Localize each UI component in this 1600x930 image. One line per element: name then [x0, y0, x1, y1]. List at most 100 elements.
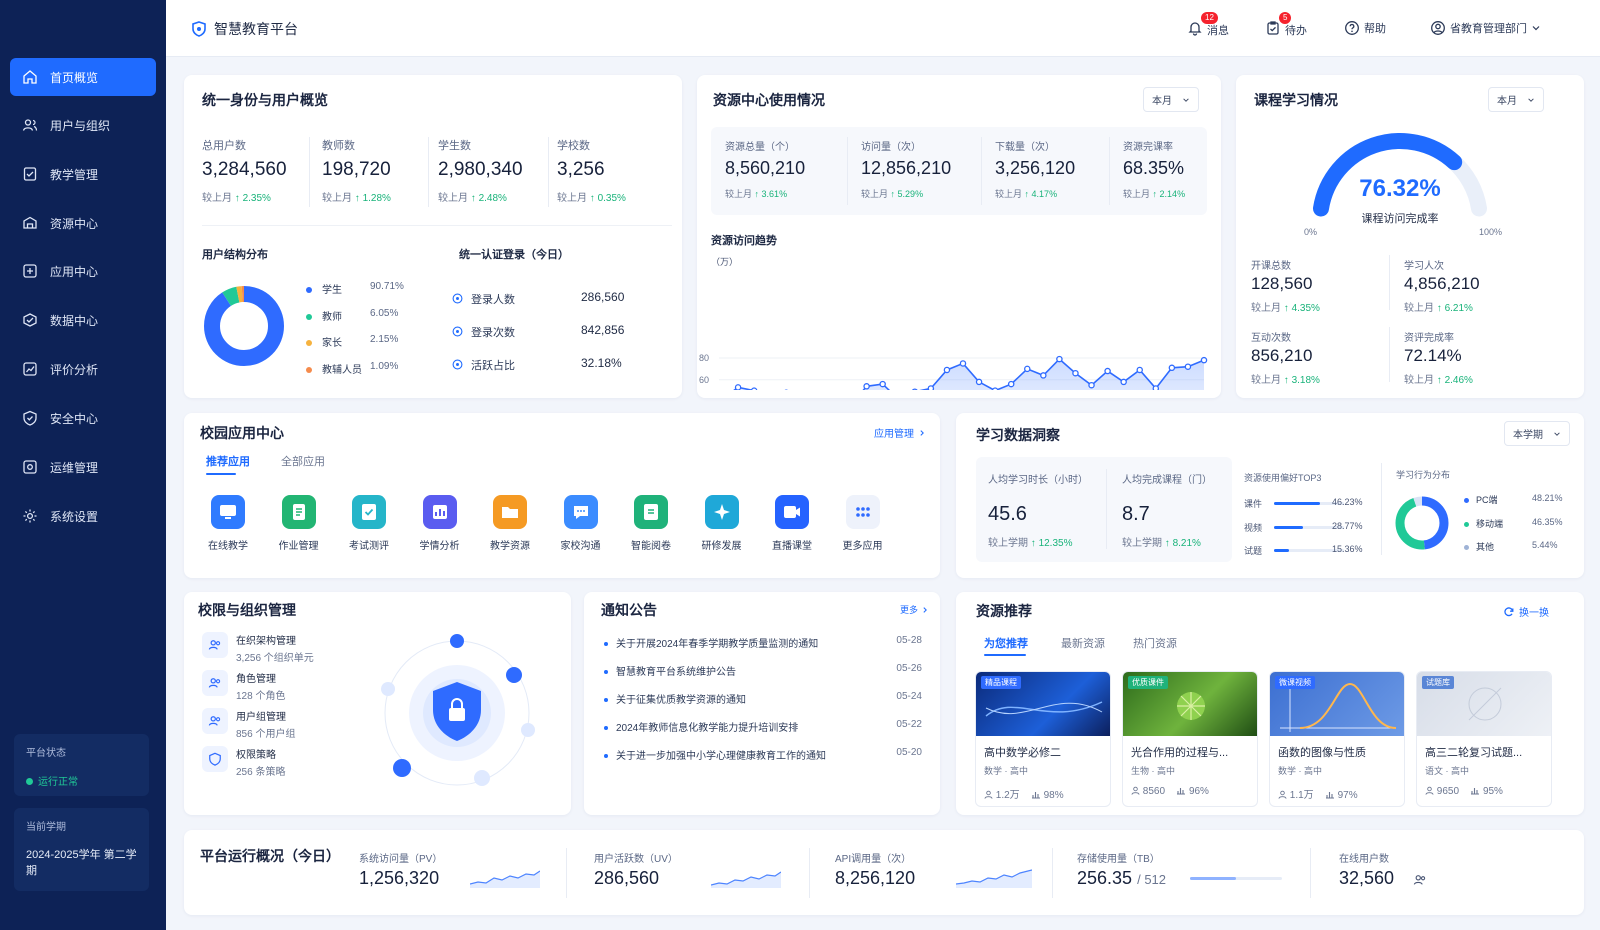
perm-item-label: 在织架构管理: [236, 636, 296, 647]
identity-card-title: 统一身份与用户概览: [202, 92, 328, 108]
sidebar-item-resources[interactable]: 资源中心: [10, 204, 156, 242]
notice-item[interactable]: 关于征集优质教学资源的通知: [604, 691, 924, 706]
dist-legend-name: 教师: [322, 311, 342, 323]
pref-value: 15.36%: [1332, 544, 1363, 554]
storage-total: 512: [1144, 872, 1167, 887]
resource-stat-cmp: 较上月: [995, 189, 1023, 199]
tab-latest-resources[interactable]: 最新资源: [1061, 635, 1105, 651]
org-chart-icon: [208, 640, 221, 650]
perm-item[interactable]: 用户组管理 856 个用户组: [202, 708, 295, 740]
dist-legend-item: 学生: [306, 281, 342, 296]
sidebar-item-users-org[interactable]: 用户与组织: [10, 106, 156, 144]
sidebar-item-settings[interactable]: 系统设置: [10, 497, 156, 535]
notice-date: 05-28: [896, 635, 922, 646]
brand-title: 智慧教育平台: [214, 21, 298, 37]
todo-button[interactable]: 5 待办: [1265, 12, 1307, 39]
app-smart-grading[interactable]: 智能阅卷: [621, 495, 681, 552]
avg-courses-delta: 8.21%: [1172, 538, 1201, 549]
notice-date: 05-22: [896, 719, 922, 730]
insight-period-dropdown[interactable]: 本学期: [1504, 421, 1570, 446]
tab-recommended-apps[interactable]: 推荐应用: [206, 453, 250, 469]
legend-dot: [306, 340, 312, 346]
dist-legend-name: 家长: [322, 338, 342, 349]
chevron-right-icon: [920, 429, 924, 436]
app-more-apps[interactable]: 更多应用: [833, 495, 893, 552]
notice-item[interactable]: 关于进一步加强中小学心理健康教育工作的通知: [604, 747, 924, 762]
app-training[interactable]: 研修发展: [692, 495, 752, 552]
course-stat-value: 128,560: [1251, 274, 1313, 293]
resource-card[interactable]: 微课视频 函数的图像与性质 数学 · 高中 1.1万 97%: [1269, 671, 1405, 807]
resource-card[interactable]: 试题库 高三二轮复习试题... 语文 · 高中 9650 95%: [1416, 671, 1552, 807]
sidebar-item-label: 安全中心: [50, 411, 99, 426]
uv-sparkline: [711, 871, 781, 888]
perm-item-sub: 256 条策略: [236, 767, 286, 778]
grading-icon: [644, 504, 658, 520]
notice-item[interactable]: 智慧教育平台系统维护公告: [604, 663, 924, 678]
app-learning-analysis[interactable]: 学情分析: [410, 495, 470, 552]
resource-thumbnail: 优质课件: [1123, 672, 1257, 736]
course-stat-label: 资评完成率: [1404, 333, 1454, 344]
perm-item[interactable]: 角色管理 128 个角色: [202, 670, 285, 702]
identity-stat-cmp: 较上月: [438, 193, 468, 204]
identity-stat-cmp: 较上月: [322, 193, 352, 204]
perm-item[interactable]: 在织架构管理 3,256 个组织单元: [202, 632, 314, 664]
identity-stat-label: 学校数: [557, 140, 590, 152]
notice-item[interactable]: 关于开展2024年春季学期教学质量监测的通知: [604, 635, 924, 650]
help-button[interactable]: 帮助: [1344, 20, 1386, 36]
perm-item[interactable]: 权限策略 256 条策略: [202, 746, 285, 778]
resource-card-title: 资源中心使用情况: [713, 92, 825, 108]
sidebar-item-evaluation[interactable]: 评价分析: [10, 350, 156, 388]
sidebar-item-apps[interactable]: 应用中心: [10, 252, 156, 290]
messages-button[interactable]: 12 消息: [1187, 12, 1229, 39]
resource-period-dropdown[interactable]: 本月: [1143, 87, 1199, 112]
sidebar-item-home[interactable]: 首页概览: [10, 58, 156, 96]
dist-legend-item: 教师: [306, 308, 342, 323]
app-manage-link[interactable]: 应用管理: [874, 425, 926, 440]
tab-for-you[interactable]: 为您推荐: [984, 635, 1028, 651]
course-period-dropdown[interactable]: 本月: [1488, 87, 1544, 112]
sidebar-item-security[interactable]: 安全中心: [10, 399, 156, 437]
spark-icon: [713, 504, 730, 520]
resource-card[interactable]: 精品课程 高中数学必修二 数学 · 高中 1.2万 98%: [975, 671, 1111, 807]
behavior-legend-value: 48.21%: [1532, 493, 1563, 503]
sidebar-item-label: 运维管理: [50, 460, 99, 475]
app-exam[interactable]: 考试测评: [339, 495, 399, 552]
rating-icon: [1177, 788, 1186, 795]
brand[interactable]: 智慧教育平台: [192, 19, 298, 39]
notice-text: 关于进一步加强中小学心理健康教育工作的通知: [616, 751, 826, 762]
app-live-class[interactable]: 直播课堂: [762, 495, 822, 552]
resource-title: 函数的图像与性质: [1278, 747, 1366, 759]
resource-title: 光合作用的过程与...: [1131, 747, 1229, 759]
user-menu[interactable]: 省教育管理部门: [1430, 20, 1541, 36]
tab-hot-resources[interactable]: 热门资源: [1133, 635, 1177, 651]
resource-card[interactable]: 优质课件 光合作用的过程与... 生物 · 高中 8560 96%: [1122, 671, 1258, 807]
resource-recommend-card: 资源推荐 换一换 为您推荐 最新资源 热门资源 精品课程 高中数学必修二 数学 · …: [956, 592, 1584, 815]
apps-card-title: 校园应用中心: [200, 425, 284, 441]
app-online-teaching[interactable]: 在线教学: [198, 495, 258, 552]
user-distribution-donut: [204, 286, 284, 366]
sidebar-item-data[interactable]: 数据中心: [10, 301, 156, 339]
tab-all-apps[interactable]: 全部应用: [281, 453, 325, 469]
notice-text: 关于开展2024年春季学期教学质量监测的通知: [616, 639, 819, 650]
notice-date: 05-24: [896, 691, 922, 702]
login-stat-item: 活跃占比: [452, 357, 515, 373]
notice-more-link[interactable]: 更多: [900, 603, 929, 616]
sidebar-item-label: 教学管理: [50, 167, 99, 182]
app-teaching-resources[interactable]: 教学资源: [480, 495, 540, 552]
folder-icon: [502, 507, 518, 518]
resource-thumbnail: 试题库: [1417, 672, 1551, 736]
users-icon: [1413, 875, 1426, 885]
gauge-label: 课程访问完成率: [1361, 213, 1439, 225]
notice-item[interactable]: 2024年教师信息化教学能力提升培训安排: [604, 719, 924, 734]
pv-value: 1,256,320: [359, 868, 440, 888]
sidebar-item-ops[interactable]: 运维管理: [10, 448, 156, 486]
course-stat-cmp: 较上月: [1404, 375, 1434, 386]
app-home-school[interactable]: 家校沟通: [551, 495, 611, 552]
login-stat-label: 活跃占比: [471, 360, 515, 372]
identity-stat-value: 2,980,340: [438, 159, 523, 180]
dist-legend-value: 1.09%: [370, 360, 399, 372]
refresh-button[interactable]: 换一换: [1504, 604, 1549, 619]
sidebar-item-teaching[interactable]: 教学管理: [10, 155, 156, 193]
trend-point: [734, 384, 742, 390]
app-homework[interactable]: 作业管理: [269, 495, 329, 552]
